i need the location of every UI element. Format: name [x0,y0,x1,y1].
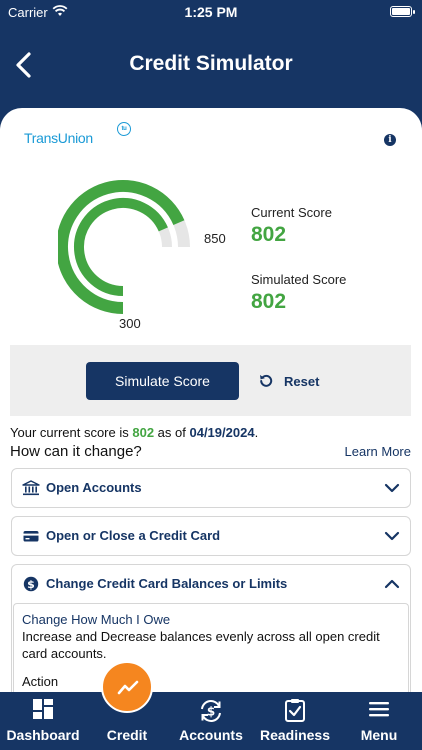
status-bar: Carrier 1:25 PM [0,0,422,24]
reset-label: Reset [284,373,320,389]
tab-label: Readiness [259,727,331,743]
how-can-it-change-heading: How can it change? [10,443,142,460]
summary-suffix: . [254,425,259,440]
accordion-balances-limits-header[interactable]: $ Change Credit Card Balances or Limits [12,565,410,603]
simulate-score-button[interactable]: Simulate Score [86,362,239,400]
page-title: Credit Simulator [129,52,293,75]
accordion-title: Open Accounts [46,480,142,495]
accordion-credit-card: Open or Close a Credit Card [11,516,411,556]
gauge-max-label: 850 [204,231,226,246]
accordion-title: Change Credit Card Balances or Limits [46,576,288,591]
tab-label: Dashboard [6,727,80,743]
simulate-panel: Simulate Score Reset [10,345,411,416]
transunion-logo-text: TransUnion [24,130,93,146]
summary-score: 802 [132,425,155,440]
simulated-score-label: Simulated Score [251,272,347,287]
hamburger-icon [369,702,389,717]
svg-text:$: $ [207,705,215,719]
current-score-label: Current Score [251,205,332,220]
bank-icon [22,480,40,496]
score-gauge [58,180,190,314]
accordion-open-accounts: Open Accounts [11,468,411,508]
tab-label: Menu [360,727,398,743]
tab-label: Accounts [179,727,243,743]
tab-readiness[interactable]: Readiness [254,692,336,750]
change-owe-description: Increase and Decrease balances evenly ac… [22,629,380,661]
dashboard-icon [33,699,53,719]
tab-bar: Dashboard Credit $ Accounts Readiness Me… [0,692,422,750]
change-owe-subtitle: Change How Much I Owe [22,612,171,627]
summary-date: 04/19/2024 [189,425,255,440]
summary-prefix: Your current score is [10,425,133,440]
accordion-balances-limits: $ Change Credit Card Balances or Limits … [11,564,411,708]
current-score-summary: Your current score is 802 as of 04/19/20… [10,425,258,440]
transunion-badge: tu [117,122,131,136]
learn-more-link[interactable]: Learn More [345,444,411,459]
summary-mid: as of [154,425,190,440]
tab-dashboard[interactable]: Dashboard [0,692,86,750]
current-score-value: 802 [251,223,287,246]
tab-menu[interactable]: Menu [336,692,422,750]
credit-card-icon [23,531,39,542]
chevron-up-icon [384,579,400,589]
accordion-open-accounts-header[interactable]: Open Accounts [12,469,410,507]
dollar-sync-icon: $ [201,700,221,722]
reset-button[interactable]: Reset [258,370,319,392]
accordion-title: Open or Close a Credit Card [46,528,221,543]
info-icon[interactable]: i [384,134,396,146]
action-label: Action [22,674,59,689]
gauge-min-label: 300 [119,316,141,331]
chevron-down-icon [384,483,400,493]
tab-accounts[interactable]: $ Accounts [168,692,254,750]
dollar-icon: $ [23,576,39,592]
reset-icon [260,374,273,387]
tab-label: Credit [106,727,148,743]
status-time: 1:25 PM [184,4,238,20]
gauge-simulated-arc [74,198,168,296]
clipboard-check-icon [285,699,305,722]
simulated-score-value: 802 [251,290,287,313]
simulator-card: TransUnion tu i 850 300 Current Score 80… [0,108,422,708]
accordion-credit-card-header[interactable]: Open or Close a Credit Card [12,517,410,555]
svg-text:$: $ [27,578,35,591]
transunion-logo: TransUnion tu [24,122,131,146]
chevron-down-icon [384,531,400,541]
trend-line-icon [117,680,139,695]
credit-fab-button[interactable] [101,661,153,713]
battery-icon [390,6,415,17]
